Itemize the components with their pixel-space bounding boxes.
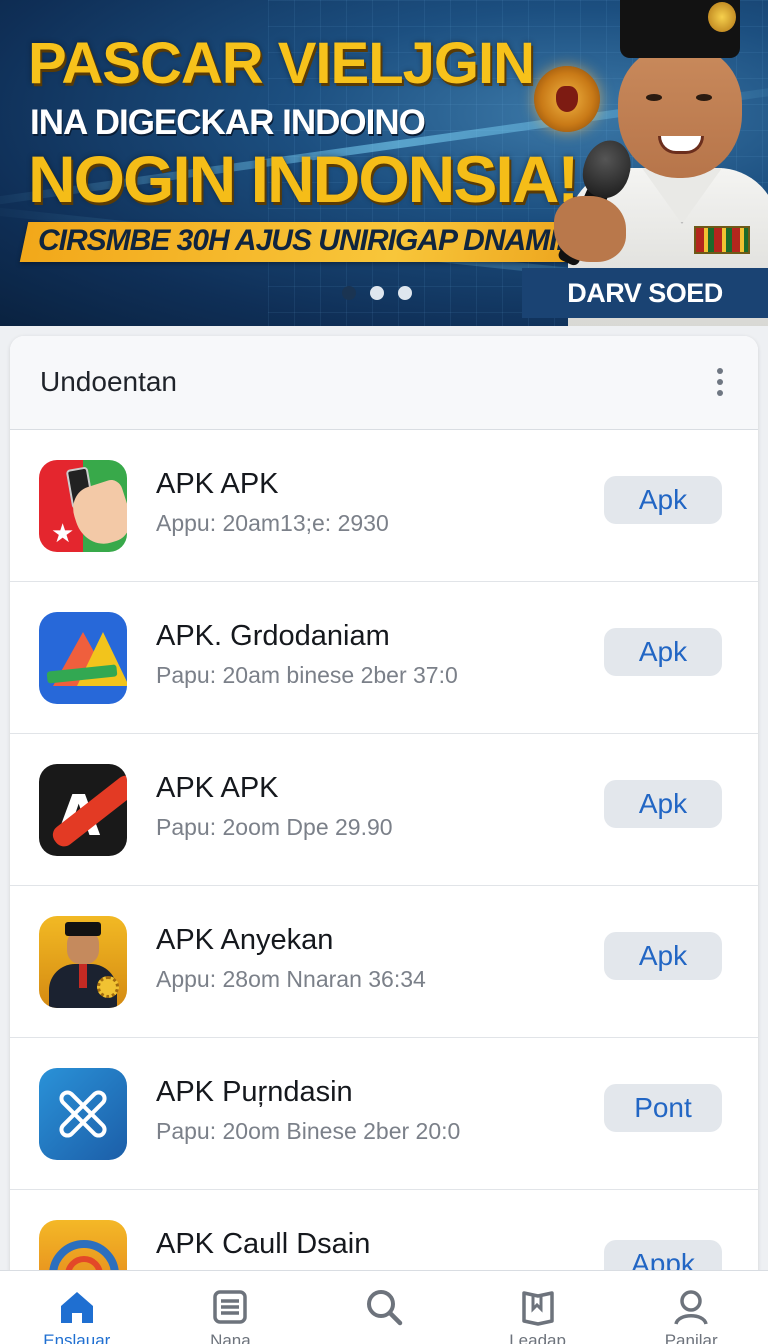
app-meta: Appu: 20am13;e: 2930 xyxy=(156,510,389,536)
nav-item-profile[interactable]: Panilar xyxy=(614,1271,768,1344)
apk-button[interactable]: Apk xyxy=(604,932,722,980)
nav-item-book[interactable]: Leadap xyxy=(461,1271,615,1344)
official-portrait-icon xyxy=(39,916,127,1008)
card-title: Undoentan xyxy=(40,366,178,397)
portrait-face xyxy=(618,46,742,178)
app-name: APK APK xyxy=(156,468,279,500)
card-header: Undoentan xyxy=(10,336,758,430)
list-item[interactable]: APK Anyekan Appu: 28om Nnaran 36:34 Apk xyxy=(10,886,758,1038)
nav-label: Nana xyxy=(210,1331,251,1344)
app-name: APK. Grdodaniam xyxy=(156,620,390,652)
more-options-icon[interactable] xyxy=(716,368,724,396)
list-item[interactable]: ★ APK APK Appu: 20am13;e: 2930 Apk xyxy=(10,430,758,582)
apk-button[interactable]: Apk xyxy=(604,476,722,524)
profile-icon xyxy=(674,1290,708,1325)
x-knot-icon xyxy=(39,1068,127,1160)
nav-label: Panilar xyxy=(664,1331,718,1344)
nav-item-home[interactable]: Enslauar xyxy=(0,1271,154,1344)
list-item[interactable]: APK Puŗndasin Papu: 20om Binese 2ber 20:… xyxy=(10,1038,758,1190)
banner-headline-2: INA DIGECKAR INDOINO xyxy=(30,103,426,142)
apk-button[interactable]: Apk xyxy=(604,780,722,828)
list-item[interactable]: APK. Grdodaniam Papu: 20am binese 2ber 3… xyxy=(10,582,758,734)
triangle-logo-icon xyxy=(39,612,127,704)
search-icon xyxy=(366,1290,403,1326)
app-meta: Papu: 2oom Dpe 29.90 xyxy=(156,814,393,840)
banner-headline-1: PASCAR VIELJGIN xyxy=(28,31,535,96)
app-name: APK APK xyxy=(156,772,279,804)
book-icon xyxy=(521,1291,554,1326)
list-icon xyxy=(213,1290,248,1324)
hand-phone-icon: ★ xyxy=(39,460,127,552)
apk-button[interactable]: Apk xyxy=(604,628,722,676)
carousel-dot[interactable] xyxy=(370,286,384,300)
app-list-card: Undoentan ★ APK APK Appu: 20am13;e: 2930… xyxy=(10,336,758,1336)
app-name: APK Caull Dsain xyxy=(156,1228,371,1260)
app-meta: Appu: 28om Nnaran 36:34 xyxy=(156,966,426,992)
list-item[interactable]: A APK APK Papu: 2oom Dpe 29.90 Apk xyxy=(10,734,758,886)
hat-badge-icon xyxy=(708,2,736,32)
nav-label: Enslauar xyxy=(43,1331,111,1344)
carousel-indicator xyxy=(342,286,412,300)
carousel-dot[interactable] xyxy=(342,286,356,300)
home-icon xyxy=(60,1292,93,1323)
nav-item-list[interactable]: Nana xyxy=(154,1271,308,1344)
bottom-navigation: Enslauar Nana Leadap Panilar xyxy=(0,1270,768,1344)
a-slash-icon: A xyxy=(39,764,127,856)
portrait-hand xyxy=(554,196,626,262)
nav-label: Leadap xyxy=(509,1331,566,1344)
app-meta: Papu: 20om Binese 2ber 20:0 xyxy=(156,1118,461,1144)
portrait-medals xyxy=(694,226,750,254)
app-name: APK Anyekan xyxy=(156,924,334,956)
banner-name-tag: DARV SOED xyxy=(522,268,768,318)
banner-ribbon-text: CIRSMBE 30H AJUS UNIRIGAP DNAMIK xyxy=(38,224,578,257)
promo-banner[interactable]: PASCAR VIELJGIN INA DIGECKAR INDOINO NOG… xyxy=(0,0,768,326)
carousel-dot[interactable] xyxy=(398,286,412,300)
banner-headline-3: NOGIN INDONSIA! xyxy=(28,142,579,216)
app-meta: Papu: 20am binese 2ber 37:0 xyxy=(156,662,458,688)
app-name: APK Puŗndasin xyxy=(156,1076,353,1108)
pont-button[interactable]: Pont xyxy=(604,1084,722,1132)
nav-item-search[interactable] xyxy=(307,1271,461,1344)
